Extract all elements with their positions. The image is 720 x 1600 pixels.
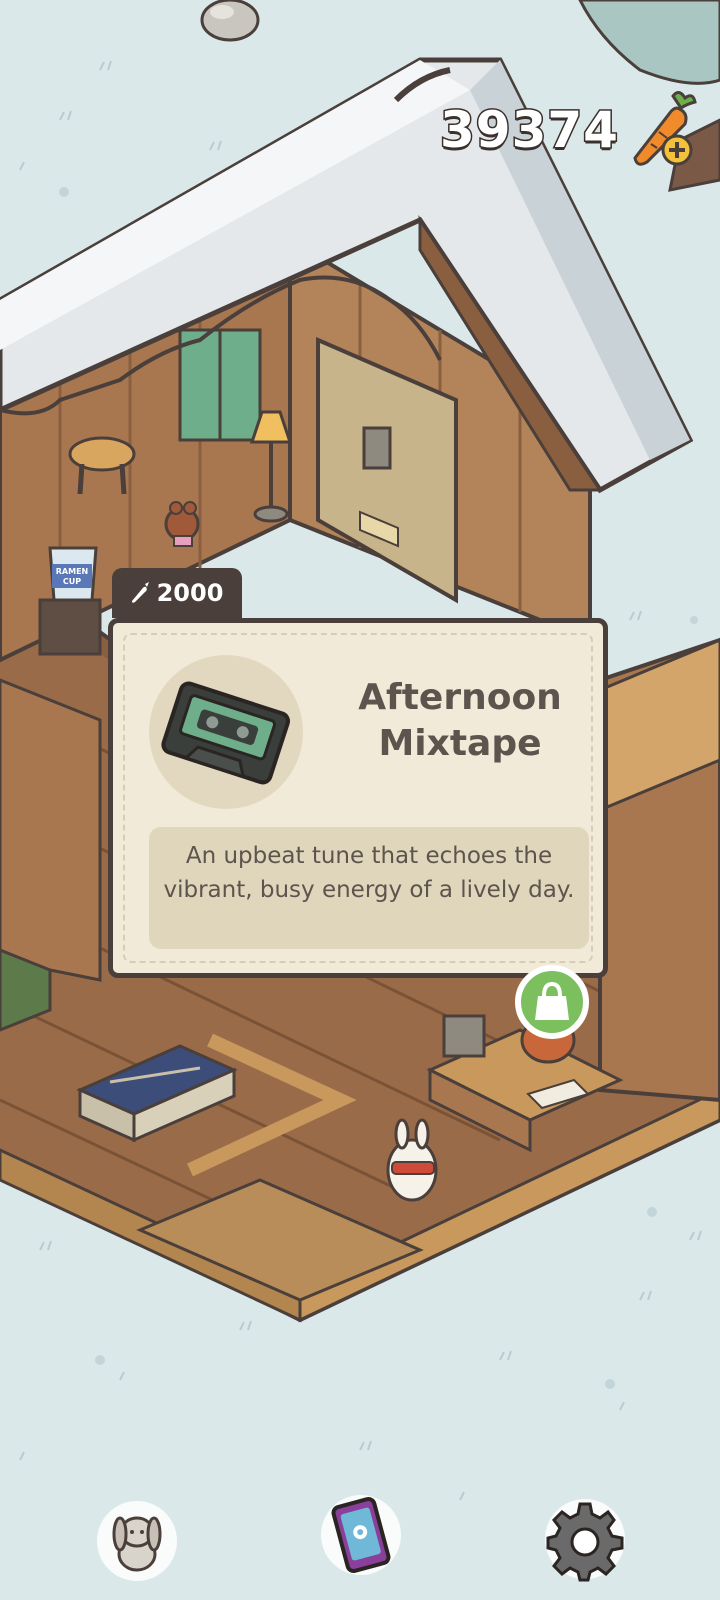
cassette-tape-icon — [161, 681, 290, 785]
svg-text:RAMEN: RAMEN — [56, 567, 88, 576]
window-curtains — [178, 328, 262, 442]
carrot-count: 39374 — [439, 100, 620, 161]
price-value: 2000 — [156, 579, 224, 607]
svg-text:CUP: CUP — [63, 577, 81, 586]
settings-gear-icon[interactable] — [540, 1494, 630, 1584]
price-tag: 2000 — [112, 568, 242, 618]
item-thumbnail — [149, 655, 303, 809]
phone-map-icon[interactable] — [316, 1490, 406, 1580]
rabbit-profile-icon[interactable] — [92, 1496, 182, 1586]
carrot-icon — [131, 582, 149, 603]
item-info-card[interactable]: Afternoon Mixtape An upbeat tune that ec… — [108, 618, 608, 978]
carrot-add-icon[interactable] — [629, 88, 703, 172]
item-card-border: Afternoon Mixtape An upbeat tune that ec… — [123, 633, 593, 963]
item-name: Afternoon Mixtape — [358, 677, 562, 764]
game-screen: RAMEN CUP 39374 2000 Afternoon Mixtape A… — [0, 0, 720, 1600]
rock — [200, 0, 260, 42]
item-description: An upbeat tune that echoes the vibrant, … — [149, 827, 589, 949]
shopping-bag-icon[interactable] — [514, 964, 590, 1040]
carrot-currency: 39374 — [439, 88, 703, 172]
